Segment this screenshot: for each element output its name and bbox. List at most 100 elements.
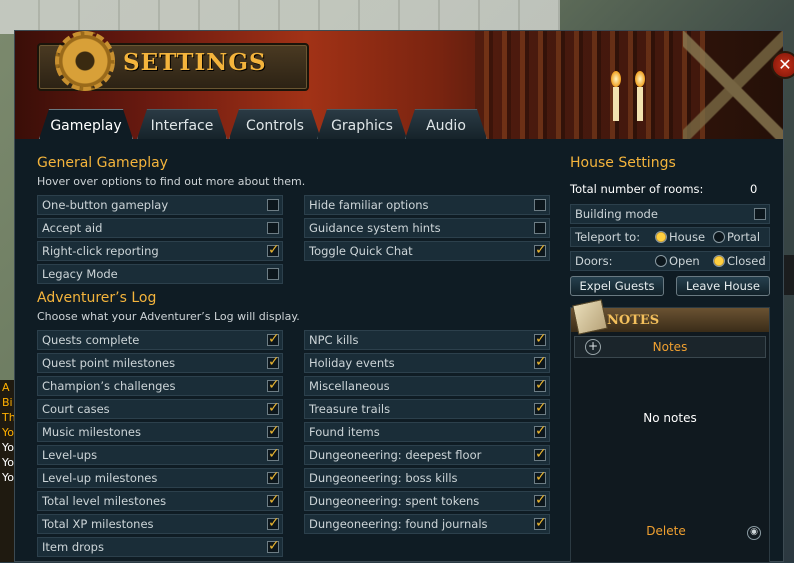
log-option-label: Level-ups xyxy=(42,448,98,462)
general-option-checkbox[interactable] xyxy=(267,268,279,280)
radio-icon xyxy=(655,255,667,267)
notepad-icon xyxy=(572,299,608,335)
teleport-house-radio[interactable]: House xyxy=(655,228,705,246)
log-option-checkbox[interactable] xyxy=(534,422,547,440)
log-option-checkbox[interactable] xyxy=(267,514,280,532)
tab-controls[interactable]: Controls xyxy=(229,109,321,139)
log-option-checkbox[interactable] xyxy=(267,353,280,371)
log-option-label: Champion’s challenges xyxy=(42,379,176,393)
general-option-checkbox[interactable] xyxy=(534,222,546,234)
log-option-checkbox[interactable] xyxy=(267,491,280,509)
general-option-checkbox[interactable] xyxy=(267,199,279,211)
doors-closed-radio[interactable]: Closed xyxy=(713,252,766,270)
teleport-portal-radio[interactable]: Portal xyxy=(713,228,760,246)
log-option-checkbox[interactable] xyxy=(267,399,280,417)
general-option-checkbox[interactable] xyxy=(534,241,547,259)
log-option[interactable]: Found items xyxy=(304,422,550,442)
tab-gameplay[interactable]: Gameplay xyxy=(39,109,133,139)
general-option[interactable]: Hide familiar options xyxy=(304,195,550,215)
delete-note-button[interactable]: Delete xyxy=(571,524,761,538)
log-option-checkbox[interactable] xyxy=(534,491,547,509)
rooms-count-value: 0 xyxy=(750,182,758,196)
general-gameplay-heading: General Gameplay xyxy=(37,155,168,171)
log-option[interactable]: Level-up milestones xyxy=(37,468,283,488)
teleport-label: Teleport to: xyxy=(575,230,641,244)
close-button[interactable]: ✕ xyxy=(771,51,794,79)
log-option[interactable]: Treasure trails xyxy=(304,399,550,419)
log-option-checkbox[interactable] xyxy=(534,468,547,486)
log-option-label: Dungeoneering: deepest floor xyxy=(309,448,482,462)
log-option[interactable]: Total XP milestones xyxy=(37,514,283,534)
log-option[interactable]: Quest point milestones xyxy=(37,353,283,373)
window-title: SETTINGS xyxy=(123,49,267,76)
general-option-label: Hide familiar options xyxy=(309,198,429,212)
log-option[interactable]: Total level milestones xyxy=(37,491,283,511)
log-option[interactable]: Dungeoneering: spent tokens xyxy=(304,491,550,511)
gear-icon xyxy=(55,31,115,91)
general-option-label: One-button gameplay xyxy=(42,198,169,212)
log-option-label: Quests complete xyxy=(42,333,140,347)
trash-icon[interactable]: ◉ xyxy=(747,526,761,540)
log-option-checkbox[interactable] xyxy=(534,445,547,463)
log-option-checkbox[interactable] xyxy=(267,330,280,348)
log-option[interactable]: Miscellaneous xyxy=(304,376,550,396)
building-mode-checkbox[interactable] xyxy=(754,208,766,220)
log-option-label: Treasure trails xyxy=(309,402,391,416)
general-option-label: Accept aid xyxy=(42,221,103,235)
log-option[interactable]: Court cases xyxy=(37,399,283,419)
log-option[interactable]: Holiday events xyxy=(304,353,550,373)
general-option-checkbox[interactable] xyxy=(534,199,546,211)
log-option-checkbox[interactable] xyxy=(267,376,280,394)
tab-audio[interactable]: Audio xyxy=(405,109,487,139)
tab-graphics[interactable]: Graphics xyxy=(317,109,407,139)
log-option-checkbox[interactable] xyxy=(534,353,547,371)
log-option-checkbox[interactable] xyxy=(267,422,280,440)
leave-house-button[interactable]: Leave House xyxy=(676,276,770,296)
log-option[interactable]: NPC kills xyxy=(304,330,550,350)
log-option-label: Miscellaneous xyxy=(309,379,390,393)
doors-open-radio[interactable]: Open xyxy=(655,252,700,270)
game-wall-background xyxy=(0,0,560,34)
log-option[interactable]: Dungeoneering: deepest floor xyxy=(304,445,550,465)
general-option-checkbox[interactable] xyxy=(267,241,280,259)
general-option[interactable]: Right-click reporting xyxy=(37,241,283,261)
general-option[interactable]: Toggle Quick Chat xyxy=(304,241,550,261)
notes-panel: NOTES + Notes No notes Delete ◉ xyxy=(570,299,770,563)
log-option-checkbox[interactable] xyxy=(267,537,280,555)
log-option[interactable]: Level-ups xyxy=(37,445,283,465)
log-option-checkbox[interactable] xyxy=(534,514,547,532)
candle-flame-icon xyxy=(635,71,645,87)
log-option-label: Total XP milestones xyxy=(42,517,154,531)
log-option-checkbox[interactable] xyxy=(534,330,547,348)
general-option-label: Toggle Quick Chat xyxy=(309,244,413,258)
add-note-label: Notes xyxy=(652,340,688,354)
general-option-label: Right-click reporting xyxy=(42,244,159,258)
log-option[interactable]: Item drops xyxy=(37,537,283,557)
log-option[interactable]: Music milestones xyxy=(37,422,283,442)
general-option[interactable]: Guidance system hints xyxy=(304,218,550,238)
doors-option: Doors: Open Closed xyxy=(570,251,770,271)
log-option-checkbox[interactable] xyxy=(267,468,280,486)
log-option[interactable]: Dungeoneering: boss kills xyxy=(304,468,550,488)
crossed-swords-icon xyxy=(683,31,783,139)
log-option-checkbox[interactable] xyxy=(534,376,547,394)
log-option-checkbox[interactable] xyxy=(534,399,547,417)
general-option[interactable]: Legacy Mode xyxy=(37,264,283,284)
expel-guests-button[interactable]: Expel Guests xyxy=(570,276,664,296)
tab-interface[interactable]: Interface xyxy=(137,109,227,139)
general-option[interactable]: Accept aid xyxy=(37,218,283,238)
add-note-bar[interactable]: + Notes xyxy=(574,336,766,358)
log-option[interactable]: Quests complete xyxy=(37,330,283,350)
log-option[interactable]: Champion’s challenges xyxy=(37,376,283,396)
log-option-label: Music milestones xyxy=(42,425,141,439)
building-mode-option[interactable]: Building mode xyxy=(570,204,770,224)
general-option[interactable]: One-button gameplay xyxy=(37,195,283,215)
notes-title: NOTES xyxy=(607,313,660,328)
log-option[interactable]: Dungeoneering: found journals xyxy=(304,514,550,534)
adventurers-log-heading: Adventurer’s Log xyxy=(37,290,157,306)
general-option-label: Guidance system hints xyxy=(309,221,441,235)
log-option-label: Quest point milestones xyxy=(42,356,176,370)
settings-content: General Gameplay Hover over options to f… xyxy=(15,139,783,563)
log-option-checkbox[interactable] xyxy=(267,445,280,463)
general-option-checkbox[interactable] xyxy=(267,222,279,234)
